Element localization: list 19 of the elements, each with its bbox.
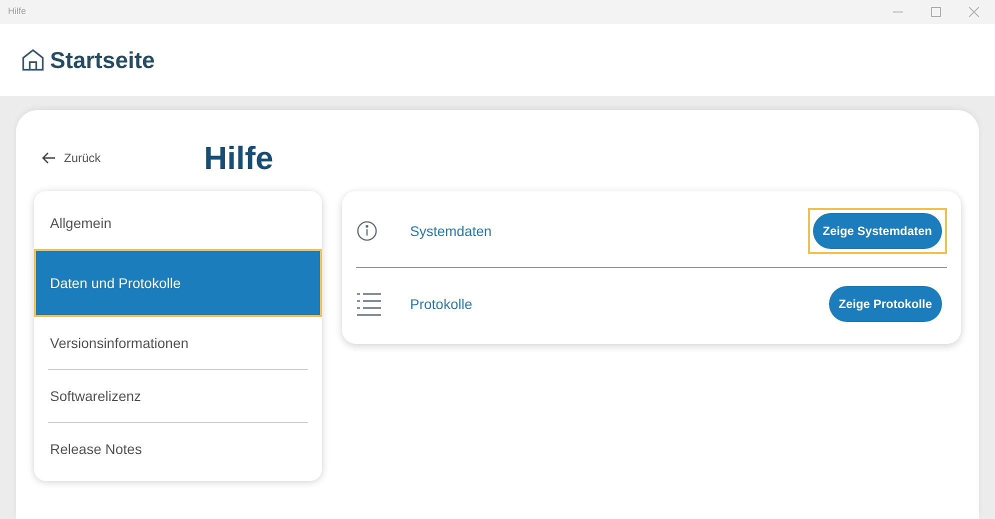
list-icon bbox=[356, 291, 382, 317]
sidebar-item[interactable]: Softwarelizenz bbox=[34, 370, 322, 422]
window-title: Hilfe bbox=[8, 5, 26, 18]
back-button[interactable]: Zurück bbox=[34, 149, 204, 167]
back-arrow-icon bbox=[42, 152, 56, 164]
row-label: Protokolle bbox=[410, 294, 472, 314]
row-label: Systemdaten bbox=[410, 222, 492, 241]
header-title: Startseite bbox=[50, 46, 155, 75]
show-button[interactable]: Zeige Protokolle bbox=[828, 286, 942, 322]
show-button[interactable]: Zeige Systemdaten bbox=[812, 213, 942, 249]
maximize-icon[interactable] bbox=[931, 7, 941, 17]
info-icon bbox=[356, 220, 378, 242]
sidebar-item[interactable]: Versionsinformationen bbox=[34, 317, 322, 369]
close-icon[interactable] bbox=[969, 7, 979, 17]
sidebar-item[interactable]: Release Notes bbox=[34, 423, 322, 475]
sidebar-item[interactable]: Daten und Protokolle bbox=[34, 249, 322, 317]
page-title: Hilfe bbox=[204, 139, 274, 178]
home-icon[interactable] bbox=[20, 47, 46, 73]
sidebar-item[interactable]: Allgemein bbox=[34, 197, 322, 249]
